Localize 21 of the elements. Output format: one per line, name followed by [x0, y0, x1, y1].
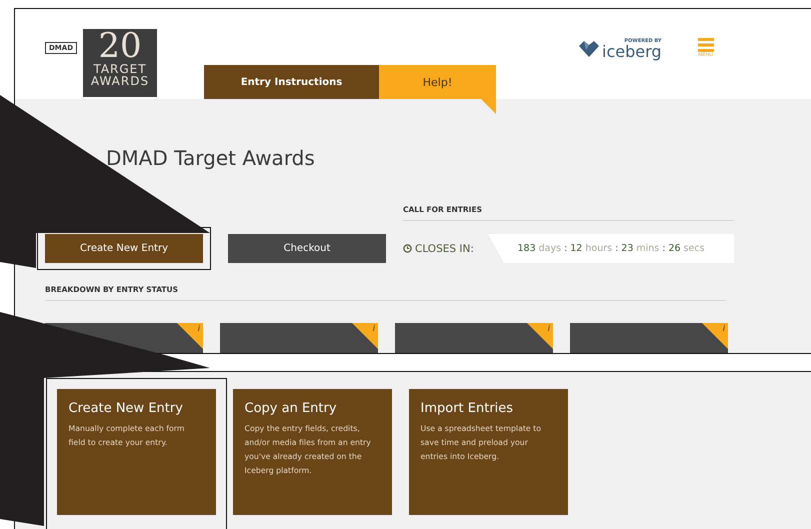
closes-label: CLOSES IN:: [415, 242, 474, 254]
tab-notch: [481, 99, 496, 114]
logo-text: TARGET: [93, 63, 147, 75]
info-icon[interactable]: i: [198, 324, 200, 333]
crystal-icon: [579, 41, 600, 57]
info-icon[interactable]: i: [548, 324, 550, 333]
clock-icon: [403, 244, 412, 253]
info-icon[interactable]: i: [722, 324, 725, 333]
action-button[interactable]: Checkout: [228, 234, 386, 263]
action-button[interactable]: Create New Entry: [45, 234, 203, 263]
option-title: Copy an Entry: [244, 400, 338, 416]
logo-text: AWARDS: [90, 75, 150, 87]
option-title: Create New Entry: [68, 400, 184, 416]
nav-tab[interactable]: Entry Instructions: [204, 65, 380, 99]
countdown-timer: 183 days : 12 hours : 23 mins : 26 secs: [488, 234, 734, 263]
option-title: Import Entries: [420, 400, 514, 416]
page-title: DMAD Target Awards: [106, 146, 316, 170]
logo-number: 20: [98, 29, 142, 63]
nav-tab[interactable]: Help!: [379, 65, 496, 99]
info-icon[interactable]: i: [372, 324, 375, 333]
brand-name: iceberg: [602, 44, 662, 60]
